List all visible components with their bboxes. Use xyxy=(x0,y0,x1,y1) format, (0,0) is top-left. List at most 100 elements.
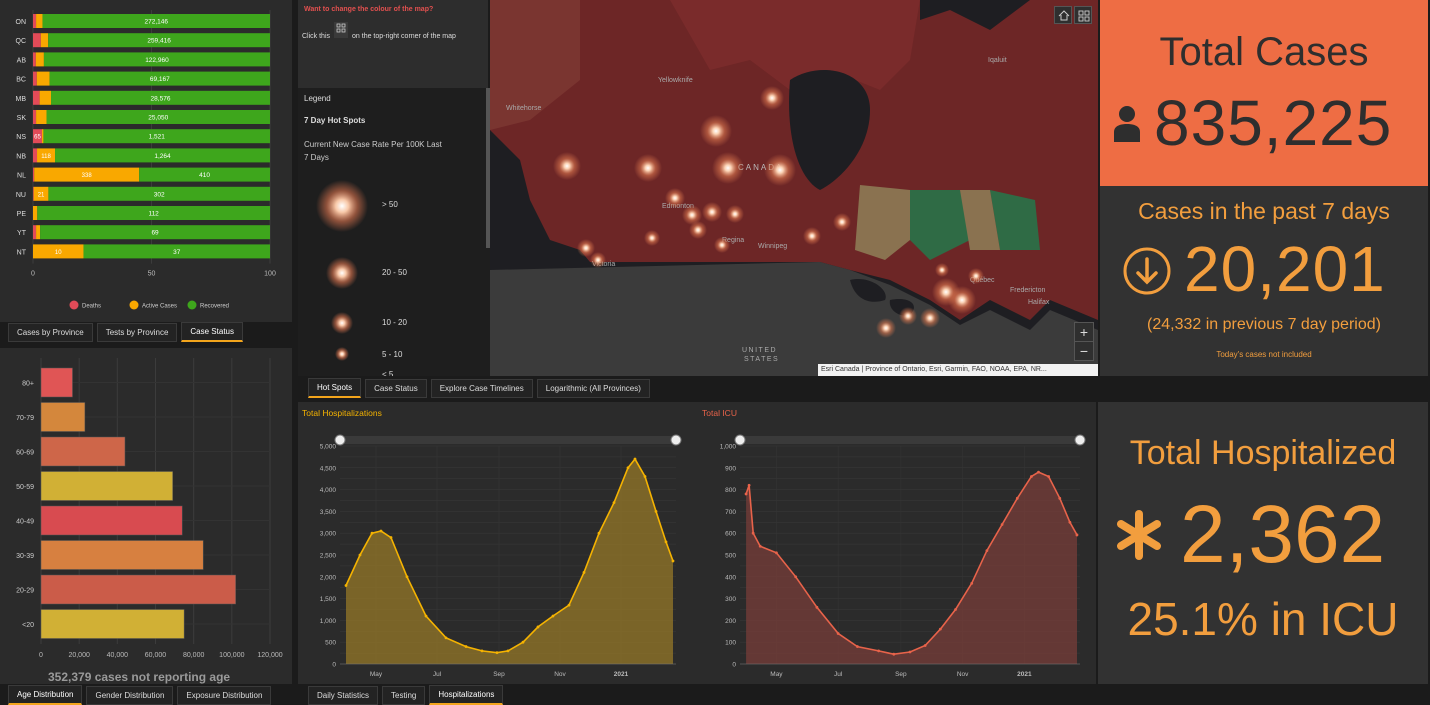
data-point[interactable] xyxy=(855,645,859,648)
hotspot[interactable] xyxy=(700,115,732,147)
tab-tests-by-province[interactable]: Tests by Province xyxy=(96,323,178,342)
data-point[interactable] xyxy=(612,501,616,505)
tab-cases-by-province[interactable]: Cases by Province xyxy=(8,323,93,342)
range-slider-start-handle[interactable] xyxy=(334,434,346,446)
deaths-bar[interactable] xyxy=(33,186,34,201)
data-point[interactable] xyxy=(751,531,755,535)
data-point[interactable] xyxy=(938,627,942,631)
data-point[interactable] xyxy=(444,636,448,640)
data-point[interactable] xyxy=(758,544,762,548)
tab-age-distribution[interactable]: Age Distribution xyxy=(8,685,83,705)
data-point[interactable] xyxy=(1047,475,1051,478)
data-point[interactable] xyxy=(923,644,927,647)
data-point[interactable] xyxy=(671,559,675,563)
age-bar[interactable] xyxy=(40,505,183,536)
hotspot[interactable] xyxy=(714,237,730,253)
data-point[interactable] xyxy=(1037,470,1040,474)
active-bar[interactable] xyxy=(36,71,50,86)
data-point[interactable] xyxy=(633,457,637,461)
data-point[interactable] xyxy=(1000,523,1004,526)
age-bar[interactable] xyxy=(40,436,126,467)
data-point[interactable] xyxy=(775,551,778,555)
data-point[interactable] xyxy=(480,649,484,653)
active-bar[interactable] xyxy=(36,14,43,28)
data-point[interactable] xyxy=(495,651,499,655)
hotspot[interactable] xyxy=(760,86,784,110)
active-bar[interactable] xyxy=(33,206,38,220)
range-slider-end-handle[interactable] xyxy=(1074,434,1086,446)
data-point[interactable] xyxy=(954,608,957,611)
map-view[interactable]: Yellowknife Whitehorse Iqaluit CANADA Ed… xyxy=(490,0,1098,376)
data-point[interactable] xyxy=(1075,533,1079,537)
hotspot[interactable] xyxy=(712,152,744,184)
hotspot[interactable] xyxy=(968,268,984,284)
deaths-bar[interactable] xyxy=(33,71,37,86)
range-slider-track[interactable] xyxy=(340,436,676,444)
data-point[interactable] xyxy=(582,571,586,574)
data-point[interactable] xyxy=(1068,520,1072,524)
deaths-bar[interactable] xyxy=(33,148,38,163)
data-point[interactable] xyxy=(626,466,630,470)
data-point[interactable] xyxy=(664,540,668,544)
active-bar[interactable] xyxy=(40,33,49,48)
deaths-bar[interactable] xyxy=(33,14,37,28)
data-point[interactable] xyxy=(551,614,555,618)
data-point[interactable] xyxy=(506,649,510,653)
basemap-gallery-button[interactable] xyxy=(1074,6,1092,24)
age-bar[interactable] xyxy=(40,367,73,398)
data-point[interactable] xyxy=(836,632,840,635)
tab-hot-spots[interactable]: Hot Spots xyxy=(308,378,362,398)
hotspot[interactable] xyxy=(833,213,851,231)
age-bar[interactable] xyxy=(40,471,173,501)
data-point[interactable] xyxy=(370,531,374,535)
hotspot[interactable] xyxy=(644,230,660,246)
data-point[interactable] xyxy=(643,475,647,478)
tab-logarithmic[interactable]: Logarithmic (All Provinces) xyxy=(536,379,650,398)
range-slider-track[interactable] xyxy=(740,436,1080,444)
tab-hospitalizations[interactable]: Hospitalizations xyxy=(429,685,504,705)
data-point[interactable] xyxy=(536,625,540,629)
deaths-bar[interactable] xyxy=(33,167,35,182)
deaths-bar[interactable] xyxy=(33,90,40,105)
hotspot[interactable] xyxy=(553,152,581,180)
data-point[interactable] xyxy=(344,584,348,587)
active-bar[interactable] xyxy=(36,110,47,124)
hotspot[interactable] xyxy=(803,227,821,245)
hotspot[interactable] xyxy=(577,239,595,257)
data-point[interactable] xyxy=(985,549,989,553)
hotspot[interactable] xyxy=(590,252,606,268)
hotspot[interactable] xyxy=(665,188,685,208)
age-bar[interactable] xyxy=(40,574,236,605)
hotspot[interactable] xyxy=(948,286,976,314)
data-point[interactable] xyxy=(908,650,912,654)
deaths-bar[interactable] xyxy=(33,225,37,240)
range-slider-start-handle[interactable] xyxy=(734,434,746,446)
data-point[interactable] xyxy=(747,483,751,487)
tab-explore-case-timelines[interactable]: Explore Case Timelines xyxy=(430,379,533,398)
data-point[interactable] xyxy=(464,645,468,648)
data-point[interactable] xyxy=(1030,475,1033,478)
active-bar[interactable] xyxy=(39,90,52,105)
hotspot[interactable] xyxy=(689,221,707,239)
active-bar[interactable] xyxy=(35,52,44,67)
active-bar[interactable] xyxy=(42,129,44,144)
hotspot[interactable] xyxy=(935,263,949,277)
hotspot[interactable] xyxy=(726,205,744,223)
data-point[interactable] xyxy=(1015,496,1019,500)
age-bar[interactable] xyxy=(40,609,185,639)
hotspot[interactable] xyxy=(920,308,940,328)
tab-case-status[interactable]: Case Status xyxy=(181,322,243,342)
data-point[interactable] xyxy=(744,492,748,496)
data-point[interactable] xyxy=(379,529,383,533)
data-point[interactable] xyxy=(521,640,525,644)
hotspot[interactable] xyxy=(702,202,722,222)
data-point[interactable] xyxy=(815,605,819,609)
hotspot[interactable] xyxy=(876,318,896,338)
data-point[interactable] xyxy=(877,649,881,653)
hotspot[interactable] xyxy=(899,307,917,325)
data-point[interactable] xyxy=(389,536,393,539)
data-point[interactable] xyxy=(654,510,658,513)
data-point[interactable] xyxy=(597,531,601,535)
data-point[interactable] xyxy=(892,652,896,656)
active-bar[interactable] xyxy=(36,225,41,240)
